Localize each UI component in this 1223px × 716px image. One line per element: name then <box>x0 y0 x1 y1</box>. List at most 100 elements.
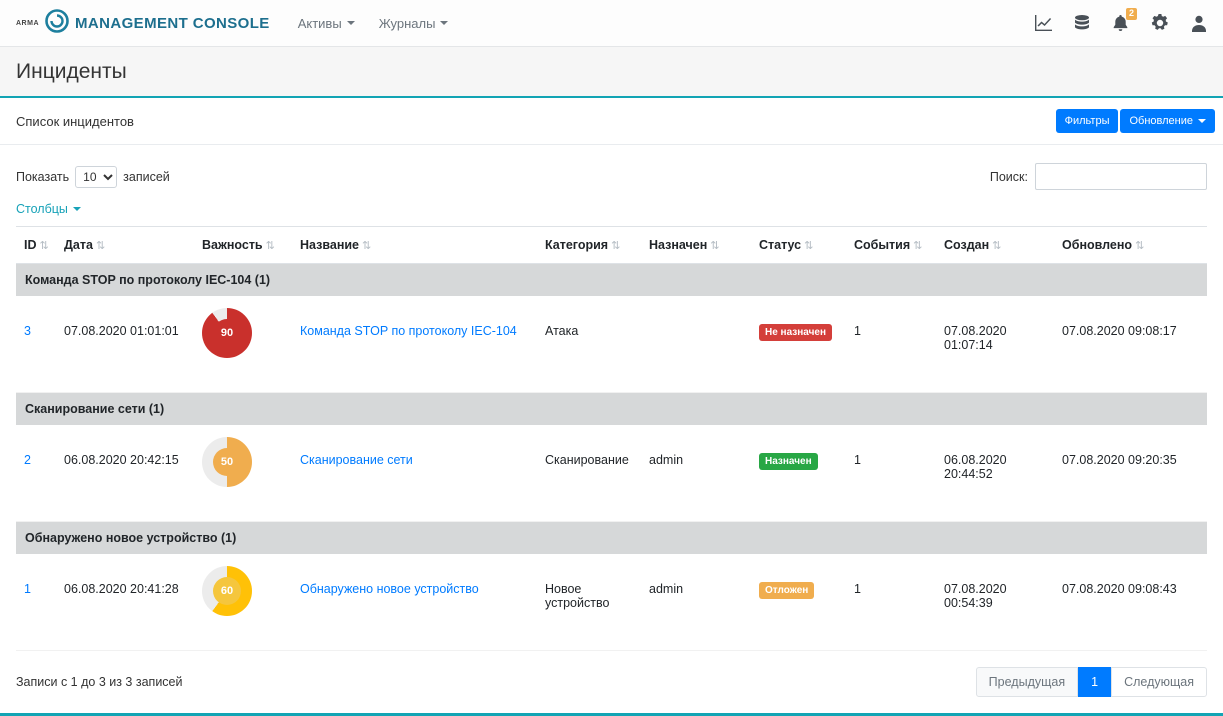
column-header-label: Назначен <box>649 238 707 252</box>
chevron-down-icon <box>73 207 81 211</box>
incident-id-link[interactable]: 2 <box>24 453 31 467</box>
column-header-status[interactable]: Статус⇅ <box>751 227 846 264</box>
incident-date: 06.08.2020 20:41:28 <box>56 555 194 651</box>
column-header-label: ID <box>24 238 37 252</box>
column-header-category[interactable]: Категория⇅ <box>537 227 641 264</box>
incident-category: Сканирование <box>537 426 641 522</box>
incident-events: 1 <box>846 297 936 393</box>
bell-icon[interactable]: 2 <box>1112 14 1129 32</box>
sort-icon: ⇅ <box>1135 240 1144 252</box>
incident-name-link[interactable]: Команда STOP по протоколу IEC-104 <box>300 324 517 338</box>
column-header-label: Название <box>300 238 359 252</box>
table-footer: Записи с 1 до 3 из 3 записей Предыдущая … <box>0 651 1223 713</box>
pagination-next-button[interactable]: Следующая <box>1111 667 1207 697</box>
sort-icon: ⇅ <box>913 240 922 252</box>
incident-created: 07.08.2020 01:07:14 <box>936 297 1054 393</box>
column-header-date[interactable]: Дата⇅ <box>56 227 194 264</box>
table-controls: Показать 10 записей Поиск: <box>0 145 1223 194</box>
incident-name-link[interactable]: Сканирование сети <box>300 453 413 467</box>
column-header-label: Важность <box>202 238 263 252</box>
sort-icon: ⇅ <box>40 240 49 252</box>
group-header-row: Команда STOP по протоколу IEC-104 (1) <box>16 264 1207 297</box>
nav-icons: 2 <box>1034 14 1207 32</box>
incidents-table: ID⇅ Дата⇅ Важность⇅ Название⇅ Категория⇅… <box>16 226 1207 651</box>
column-header-label: Категория <box>545 238 608 252</box>
status-badge: Не назначен <box>759 324 832 341</box>
top-navbar: ARMA MANAGEMENT CONSOLE Активы Журналы <box>0 0 1223 47</box>
column-header-label: Обновлено <box>1062 238 1132 252</box>
incident-updated: 07.08.2020 09:08:43 <box>1054 555 1207 651</box>
column-header-label: Дата <box>64 238 93 252</box>
refresh-dropdown-button[interactable]: Обновление <box>1120 109 1215 133</box>
group-title: Команда STOP по протоколу IEC-104 (1) <box>16 264 1207 297</box>
search-label: Поиск: <box>990 170 1028 184</box>
gear-icon[interactable] <box>1151 14 1169 32</box>
incidents-table-head: ID⇅ Дата⇅ Важность⇅ Название⇅ Категория⇅… <box>16 227 1207 264</box>
column-header-updated[interactable]: Обновлено⇅ <box>1054 227 1207 264</box>
column-header-severity[interactable]: Важность⇅ <box>194 227 292 264</box>
incident-id-link[interactable]: 1 <box>24 582 31 596</box>
sort-icon: ⇅ <box>992 240 1001 252</box>
nav-menus: Активы Журналы <box>298 16 449 31</box>
chevron-down-icon <box>347 21 355 25</box>
severity-value: 90 <box>213 319 241 347</box>
chevron-down-icon <box>1198 119 1206 123</box>
nav-menu-journals[interactable]: Журналы <box>379 16 449 31</box>
records-info: Записи с 1 до 3 из 3 записей <box>16 675 182 689</box>
group-header-row: Обнаружено новое устройство (1) <box>16 522 1207 555</box>
filters-button[interactable]: Фильтры <box>1056 109 1119 133</box>
sort-icon: ⇅ <box>362 240 371 252</box>
user-icon[interactable] <box>1191 15 1207 32</box>
status-badge: Назначен <box>759 453 818 470</box>
incident-date: 06.08.2020 20:42:15 <box>56 426 194 522</box>
panel-title: Список инцидентов <box>16 114 134 129</box>
column-header-events[interactable]: События⇅ <box>846 227 936 264</box>
sort-icon: ⇅ <box>266 240 275 252</box>
incident-events: 1 <box>846 426 936 522</box>
nav-menu-assets[interactable]: Активы <box>298 16 355 31</box>
status-badge: Отложен <box>759 582 814 599</box>
incident-category: Новое устройство <box>537 555 641 651</box>
sort-icon: ⇅ <box>804 240 813 252</box>
severity-donut: 60 <box>202 566 252 616</box>
incident-row: 3 07.08.2020 01:01:01 90 Команда STOP по… <box>16 297 1207 393</box>
column-header-created[interactable]: Создан⇅ <box>936 227 1054 264</box>
incident-updated: 07.08.2020 09:08:17 <box>1054 297 1207 393</box>
incident-row: 1 06.08.2020 20:41:28 60 Обнаружено ново… <box>16 555 1207 651</box>
incident-id-link[interactable]: 3 <box>24 324 31 338</box>
charts-icon[interactable] <box>1034 15 1052 31</box>
severity-donut: 50 <box>202 437 252 487</box>
arma-swirl-icon <box>44 8 70 39</box>
column-header-name[interactable]: Название⇅ <box>292 227 537 264</box>
sort-icon: ⇅ <box>611 240 620 252</box>
nav-menu-assets-label: Активы <box>298 16 342 31</box>
incident-row: 2 06.08.2020 20:42:15 50 Сканирование се… <box>16 426 1207 522</box>
column-header-label: Статус <box>759 238 801 252</box>
group-title: Сканирование сети (1) <box>16 393 1207 426</box>
incident-assignee: admin <box>641 426 751 522</box>
incidents-table-wrap: ID⇅ Дата⇅ Важность⇅ Название⇅ Категория⇅… <box>0 226 1223 651</box>
columns-dropdown[interactable]: Столбцы <box>0 194 97 226</box>
severity-value: 50 <box>213 448 241 476</box>
brand-name: MANAGEMENT CONSOLE <box>75 15 270 32</box>
pagination-page-1-button[interactable]: 1 <box>1078 667 1111 697</box>
search-input[interactable] <box>1035 163 1207 190</box>
show-label: Показать <box>16 170 69 184</box>
page-title: Инциденты <box>16 60 1207 84</box>
page-size-select[interactable]: 10 <box>75 166 117 188</box>
refresh-button-label: Обновление <box>1129 115 1193 127</box>
page-title-bar: Инциденты <box>0 47 1223 98</box>
pagination-prev-button[interactable]: Предыдущая <box>976 667 1078 697</box>
column-header-id[interactable]: ID⇅ <box>16 227 56 264</box>
database-icon[interactable] <box>1074 15 1090 32</box>
sort-icon: ⇅ <box>710 240 719 252</box>
sort-icon: ⇅ <box>96 240 105 252</box>
severity-value: 60 <box>213 577 241 605</box>
severity-donut: 90 <box>202 308 252 358</box>
incident-name-link[interactable]: Обнаружено новое устройство <box>300 582 479 596</box>
nav-menu-journals-label: Журналы <box>379 16 436 31</box>
records-label: записей <box>123 170 170 184</box>
column-header-assignee[interactable]: Назначен⇅ <box>641 227 751 264</box>
incident-date: 07.08.2020 01:01:01 <box>56 297 194 393</box>
arma-logo[interactable]: ARMA MANAGEMENT CONSOLE <box>16 8 270 39</box>
